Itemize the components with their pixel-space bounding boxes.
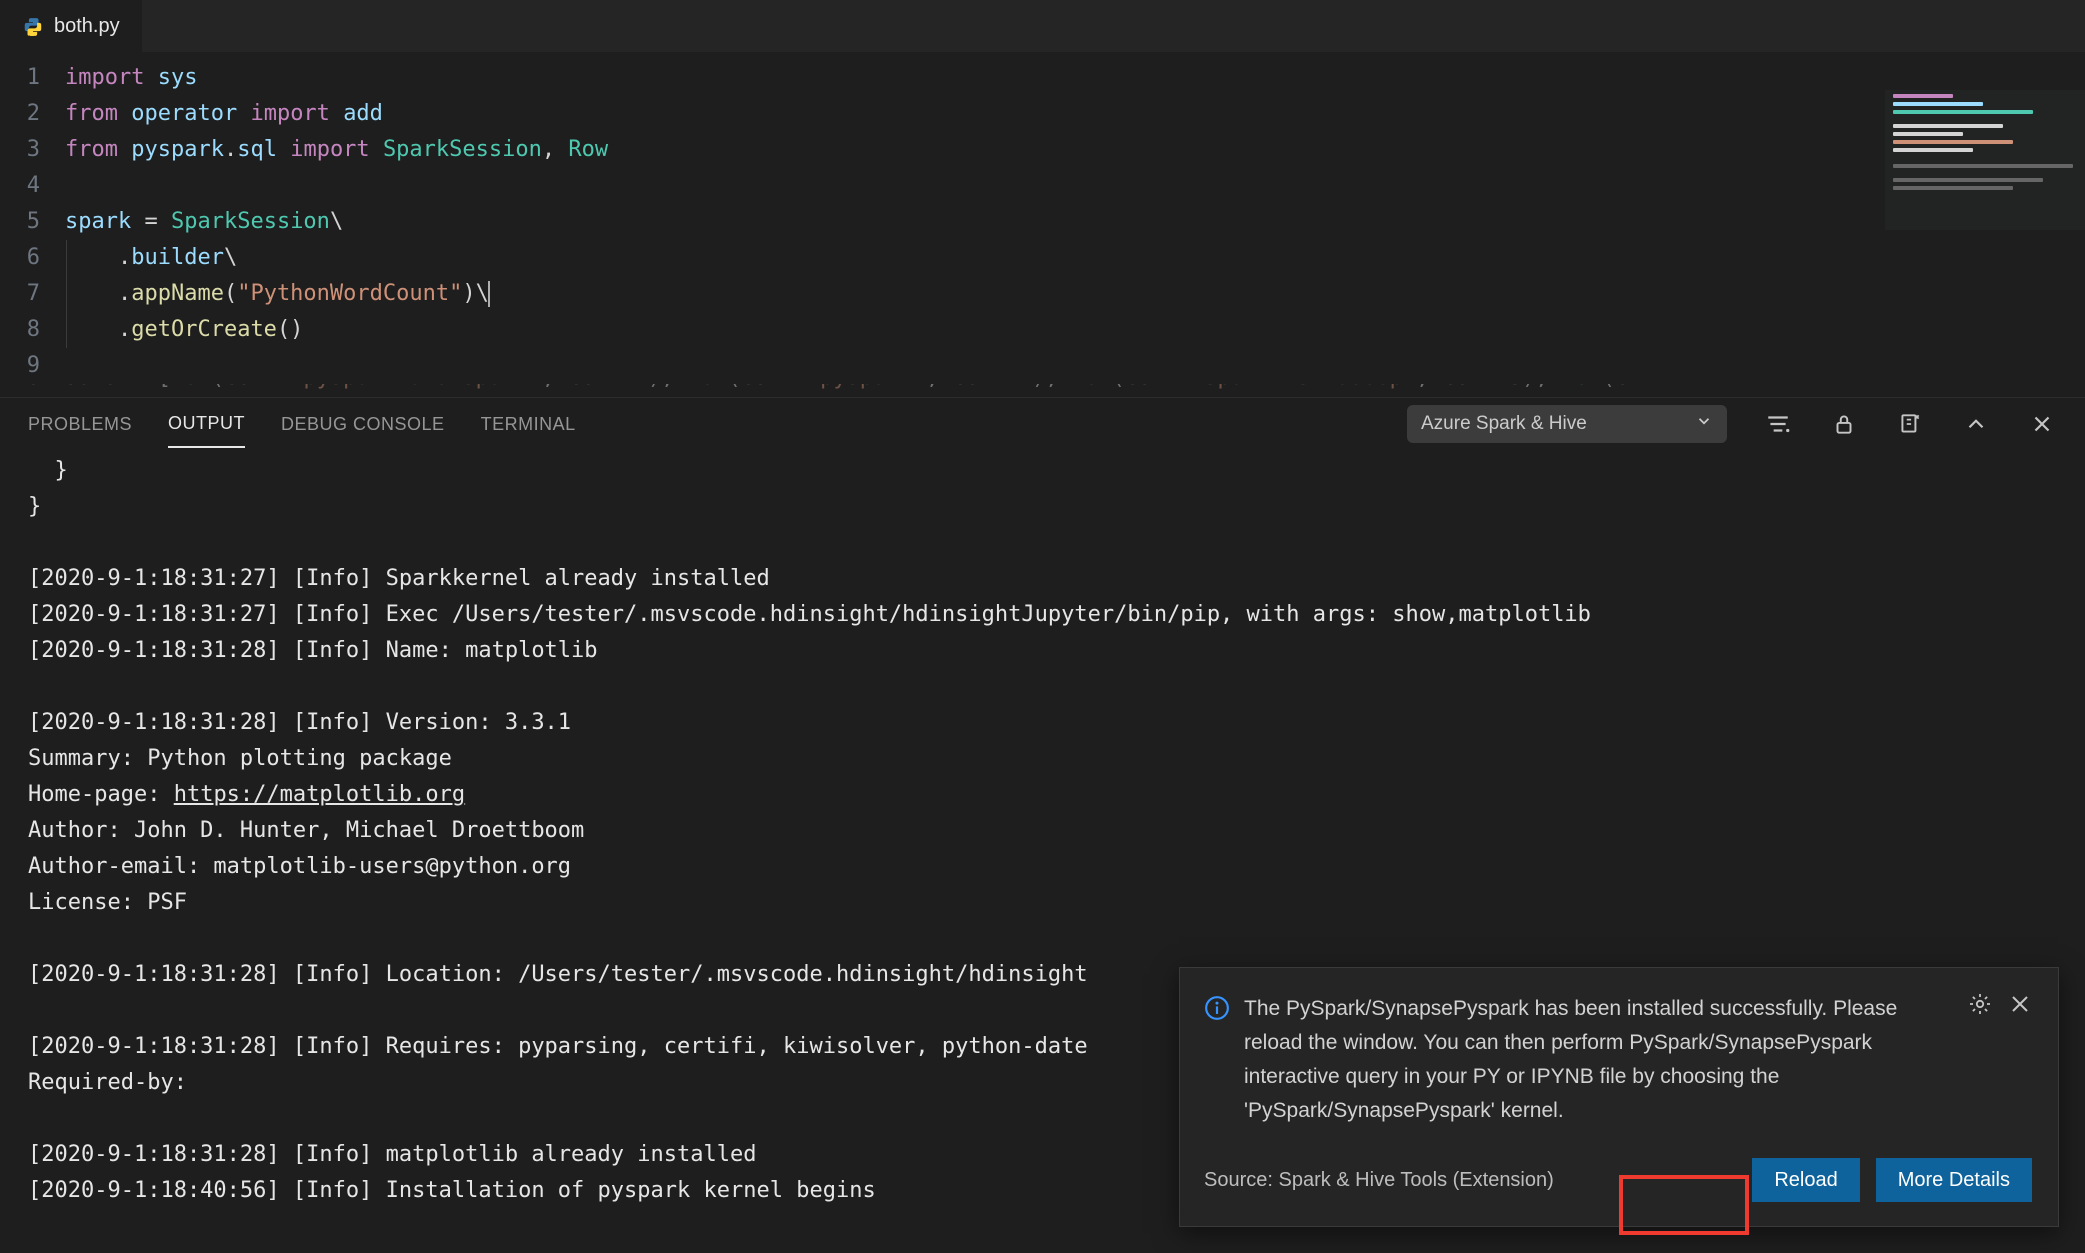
- line-gutter: 12345678910: [0, 52, 65, 397]
- reload-button[interactable]: Reload: [1752, 1158, 1859, 1202]
- output-channel-dropdown[interactable]: Azure Spark & Hive: [1407, 405, 1727, 443]
- panel-header: PROBLEMS OUTPUT DEBUG CONSOLE TERMINAL A…: [0, 397, 2085, 449]
- info-icon: [1204, 995, 1230, 1021]
- more-details-button[interactable]: More Details: [1876, 1158, 2032, 1202]
- tab-both-py[interactable]: both.py: [0, 0, 142, 52]
- chevron-down-icon: [1695, 412, 1713, 436]
- editor[interactable]: 12345678910 import sysfrom operator impo…: [0, 52, 2085, 397]
- editor-tabbar: both.py: [0, 0, 2085, 52]
- tab-output[interactable]: OUTPUT: [168, 399, 245, 448]
- toast-message: The PySpark/SynapsePyspark has been inst…: [1244, 992, 1946, 1128]
- clear-output-icon[interactable]: [1895, 409, 1925, 439]
- dropdown-label: Azure Spark & Hive: [1421, 413, 1587, 435]
- notification-toast: The PySpark/SynapsePyspark has been inst…: [1179, 967, 2059, 1227]
- tab-terminal[interactable]: TERMINAL: [481, 400, 576, 447]
- link-matplotlib[interactable]: https://matplotlib.org: [174, 782, 465, 807]
- tab-debug-console[interactable]: DEBUG CONSOLE: [281, 400, 445, 447]
- chevron-up-icon[interactable]: [1961, 409, 1991, 439]
- gear-icon[interactable]: [1968, 992, 1992, 1016]
- close-panel-icon[interactable]: [2027, 409, 2057, 439]
- toast-source: Source: Spark & Hive Tools (Extension): [1204, 1169, 1736, 1192]
- filter-icon[interactable]: [1763, 409, 1793, 439]
- python-file-icon: [22, 16, 44, 38]
- vscode-window: both.py 12345678910 import sysfrom opera…: [0, 0, 2085, 1253]
- close-icon[interactable]: [2008, 992, 2032, 1016]
- lock-scroll-icon[interactable]: [1829, 409, 1859, 439]
- code-area[interactable]: import sysfrom operator import addfrom p…: [65, 52, 2085, 397]
- tab-filename: both.py: [54, 15, 120, 38]
- tab-problems[interactable]: PROBLEMS: [28, 400, 132, 447]
- minimap[interactable]: [1885, 52, 2085, 397]
